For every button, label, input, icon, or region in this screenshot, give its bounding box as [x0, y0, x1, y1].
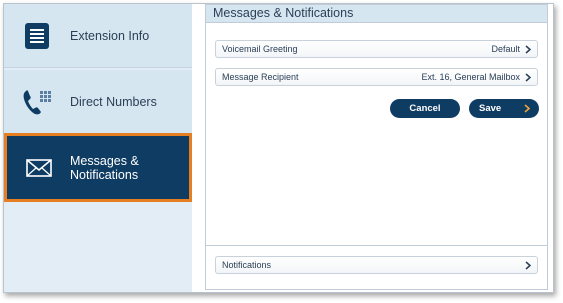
notifications-row[interactable]: Notifications — [215, 256, 538, 274]
sidebar-item-messages-notifications[interactable]: Messages & Notifications — [4, 133, 192, 202]
app-window: Extension Info Direct Numbers Messages &… — [3, 3, 554, 293]
row-label: Voicemail Greeting — [222, 44, 298, 54]
row-value: Default — [491, 44, 520, 54]
cancel-button[interactable]: Cancel — [390, 99, 460, 118]
voicemail-greeting-row[interactable]: Voicemail Greeting Default — [215, 40, 538, 58]
sidebar-item-label: Direct Numbers — [70, 94, 157, 109]
panel-title: Messages & Notifications — [206, 5, 547, 23]
row-label: Notifications — [222, 260, 272, 270]
sidebar: Extension Info Direct Numbers Messages &… — [4, 4, 192, 292]
chevron-right-icon — [525, 44, 531, 54]
phone-keypad-icon — [4, 70, 70, 134]
row-value: Ext. 16, General Mailbox — [421, 72, 520, 82]
chevron-right-icon — [525, 260, 531, 270]
sidebar-item-label: Messages & Notifications — [70, 153, 139, 182]
chevron-right-icon — [525, 72, 531, 82]
messages-notifications-panel: Messages & Notifications Voicemail Greet… — [205, 4, 548, 290]
chevron-right-icon — [524, 104, 530, 113]
sidebar-item-extension-info[interactable]: Extension Info — [4, 4, 192, 68]
document-list-icon — [4, 4, 70, 68]
sidebar-item-direct-numbers[interactable]: Direct Numbers — [4, 70, 192, 134]
save-button-label: Save — [479, 103, 502, 114]
envelope-icon — [7, 136, 70, 200]
row-label: Message Recipient — [222, 72, 299, 82]
cancel-button-label: Cancel — [409, 103, 441, 114]
message-recipient-row[interactable]: Message Recipient Ext. 16, General Mailb… — [215, 68, 538, 86]
save-button[interactable]: Save — [469, 99, 539, 118]
divider — [206, 245, 547, 246]
sidebar-item-label: Extension Info — [70, 28, 150, 43]
